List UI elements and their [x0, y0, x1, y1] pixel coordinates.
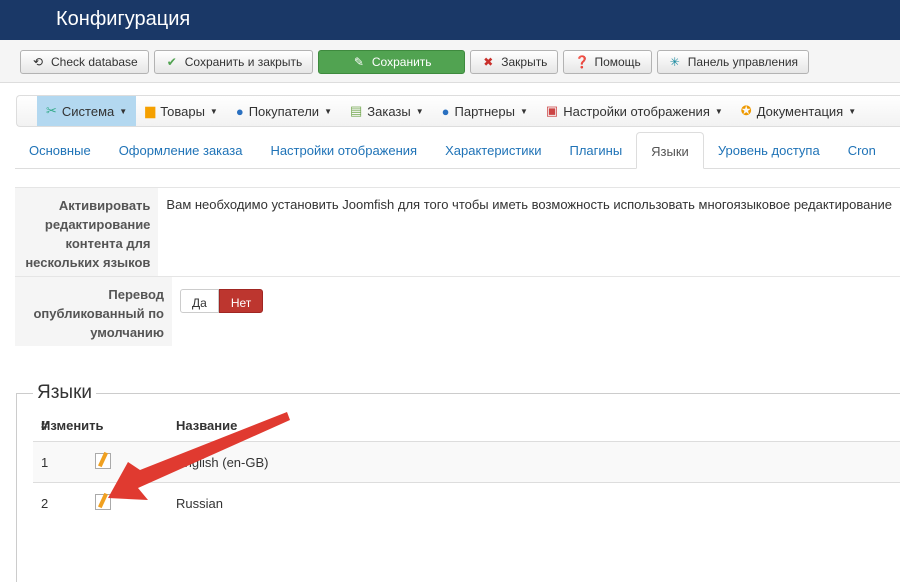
menu-products[interactable]: ▆ Товары ▼	[136, 96, 227, 126]
table-row: 2 Russian	[33, 482, 900, 523]
menu-partners[interactable]: ● Партнеры ▼	[433, 96, 537, 126]
languages-title: Языки	[37, 382, 93, 403]
languages-table: # Изменить Название 1 English (en-GB) 2 …	[33, 405, 900, 523]
partner-icon: ●	[441, 103, 450, 119]
document-icon: ▤	[349, 103, 363, 118]
edit-icon: ✎	[353, 55, 364, 69]
setting-label: Перевод опубликованный по умолчанию	[15, 277, 172, 346]
main-menu: ✂ Система ▼ ▆ Товары ▼ ● Покупатели ▼ ▤ Заказы ▼…	[16, 95, 900, 127]
close-button[interactable]: ✖ Закрыть	[470, 50, 559, 74]
setting-text: Вам необходимо установить Joomfish для т…	[166, 197, 892, 212]
check-database-button[interactable]: ⟲ Check database	[20, 50, 149, 74]
joomla-icon: ✳	[669, 55, 680, 69]
table-header: # Изменить Название	[41, 417, 238, 433]
edit-icon[interactable]	[95, 452, 111, 469]
tab-checkout[interactable]: Оформление заказа	[105, 132, 257, 168]
edit-icon[interactable]	[95, 493, 111, 510]
tab-cron[interactable]: Cron	[834, 132, 890, 168]
control-panel-button[interactable]: ✳ Панель управления	[656, 50, 810, 74]
tab-plugins[interactable]: Плагины	[555, 132, 636, 168]
close-icon: ✖	[483, 55, 494, 69]
check-icon: ✔	[166, 55, 177, 69]
tab-main[interactable]: Основные	[15, 132, 105, 168]
display-icon: ▣	[545, 103, 559, 118]
menu-customers[interactable]: ● Покупатели ▼	[227, 96, 341, 126]
setting-label: Активировать редактирование контента для…	[15, 188, 159, 276]
menu-display-settings[interactable]: ▣ Настройки отображения ▼	[537, 96, 732, 126]
tab-access[interactable]: Уровень доступа	[704, 132, 834, 168]
help-icon: ❓	[574, 55, 590, 69]
tab-display[interactable]: Настройки отображения	[256, 132, 431, 168]
setting-multilang: Активировать редактирование контента для…	[15, 187, 900, 276]
lifebuoy-icon: ✪	[740, 103, 752, 118]
user-icon: ●	[235, 103, 244, 119]
config-tabs: Основные Оформление заказа Настройки ото…	[15, 132, 900, 169]
save-and-close-button[interactable]: ✔ Сохранить и закрыть	[153, 50, 314, 74]
table-row: 1 English (en-GB)	[33, 441, 900, 482]
yes-button[interactable]: Да	[180, 289, 219, 313]
tab-characteristics[interactable]: Характеристики	[431, 132, 555, 168]
save-button[interactable]: ✎ Сохранить	[318, 50, 466, 74]
tab-languages[interactable]: Языки	[636, 132, 704, 169]
menu-documentation[interactable]: ✪ Документация ▼	[732, 96, 865, 126]
menu-orders[interactable]: ▤ Заказы ▼	[341, 96, 433, 126]
help-button[interactable]: ❓ Помощь	[563, 50, 652, 74]
box-icon: ▆	[145, 103, 156, 118]
toolbar: ⟲ Check database ✔ Сохранить и закрыть ✎ Со…	[0, 40, 900, 83]
database-check-icon: ⟲	[32, 55, 44, 69]
setting-default-translation: Перевод опубликованный по умолчанию Да Н…	[15, 276, 900, 346]
yes-no-toggle: Да Нет	[180, 289, 264, 313]
no-button[interactable]: Нет	[218, 289, 264, 313]
menu-system[interactable]: ✂ Система ▼	[37, 96, 137, 126]
page-title: Конфигурация	[56, 8, 191, 30]
tools-icon: ✂	[46, 103, 57, 118]
page-header: Конфигурация	[0, 0, 900, 40]
